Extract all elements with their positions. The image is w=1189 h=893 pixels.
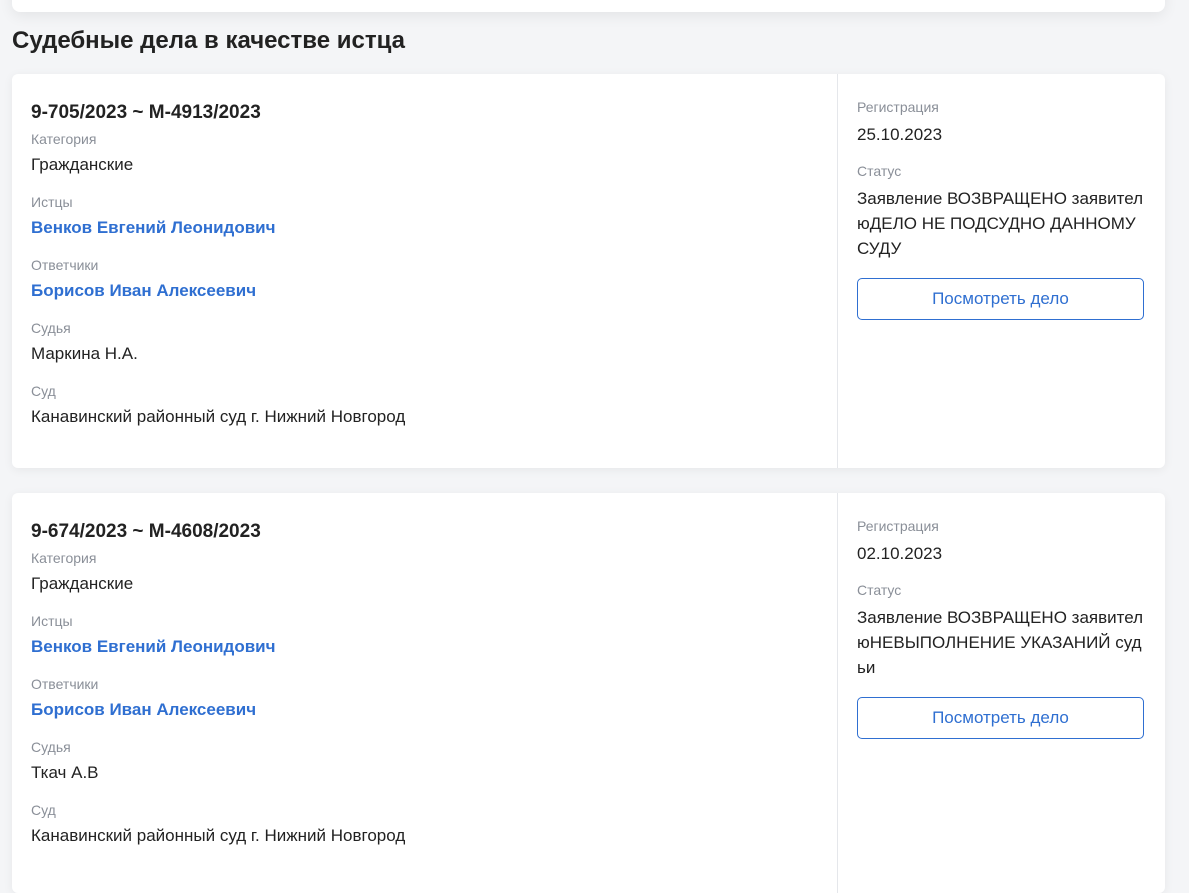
status-value: Заявление ВОЗВРАЩЕНО заявителюНЕВЫПОЛНЕН… — [857, 608, 1144, 677]
defendant-link[interactable]: Борисов Иван Алексеевич — [31, 280, 837, 302]
case-details: 9-705/2023 ~ М-4913/2023 Категория Гражд… — [12, 74, 838, 468]
header-bar — [12, 0, 1165, 12]
judge-value: Ткач А.В — [31, 763, 99, 782]
court-value: Канавинский районный суд г. Нижний Новго… — [31, 407, 406, 426]
category-value: Гражданские — [31, 574, 134, 593]
case-card: 9-705/2023 ~ М-4913/2023 Категория Гражд… — [12, 74, 1165, 468]
case-card: 9-674/2023 ~ М-4608/2023 Категория Гражд… — [12, 493, 1165, 893]
court-label: Суд — [31, 383, 56, 399]
status-value: Заявление ВОЗВРАЩЕНО заявителюДЕЛО НЕ ПО… — [857, 189, 1144, 258]
court-value: Канавинский районный суд г. Нижний Новго… — [31, 826, 406, 845]
category-label: Категория — [31, 131, 97, 147]
case-number: 9-674/2023 ~ М-4608/2023 — [31, 521, 261, 542]
plaintiff-link[interactable]: Венков Евгений Леонидович — [31, 217, 837, 239]
registration-label: Регистрация — [857, 99, 939, 115]
defendant-link[interactable]: Борисов Иван Алексеевич — [31, 699, 837, 721]
view-case-button[interactable]: Посмотреть дело — [857, 697, 1144, 739]
judge-value: Маркина Н.А. — [31, 344, 138, 363]
case-details: 9-674/2023 ~ М-4608/2023 Категория Гражд… — [12, 493, 838, 893]
court-label: Суд — [31, 802, 56, 818]
case-side: Регистрация 02.10.2023 Статус Заявление … — [838, 493, 1165, 893]
registration-date: 25.10.2023 — [857, 125, 943, 144]
registration-label: Регистрация — [857, 518, 939, 534]
view-case-button[interactable]: Посмотреть дело — [857, 278, 1144, 320]
plaintiffs-label: Истцы — [31, 194, 73, 210]
plaintiffs-label: Истцы — [31, 613, 73, 629]
defendants-label: Ответчики — [31, 257, 99, 273]
status-label: Статус — [857, 582, 902, 598]
registration-date: 02.10.2023 — [857, 544, 943, 563]
judge-label: Судья — [31, 320, 71, 336]
plaintiff-link[interactable]: Венков Евгений Леонидович — [31, 636, 837, 658]
page-title: Судебные дела в качестве истца — [12, 27, 405, 54]
category-label: Категория — [31, 550, 97, 566]
category-value: Гражданские — [31, 155, 134, 174]
defendants-label: Ответчики — [31, 676, 99, 692]
judge-label: Судья — [31, 739, 71, 755]
case-side: Регистрация 25.10.2023 Статус Заявление … — [838, 74, 1165, 468]
status-label: Статус — [857, 163, 902, 179]
case-number: 9-705/2023 ~ М-4913/2023 — [31, 102, 261, 123]
